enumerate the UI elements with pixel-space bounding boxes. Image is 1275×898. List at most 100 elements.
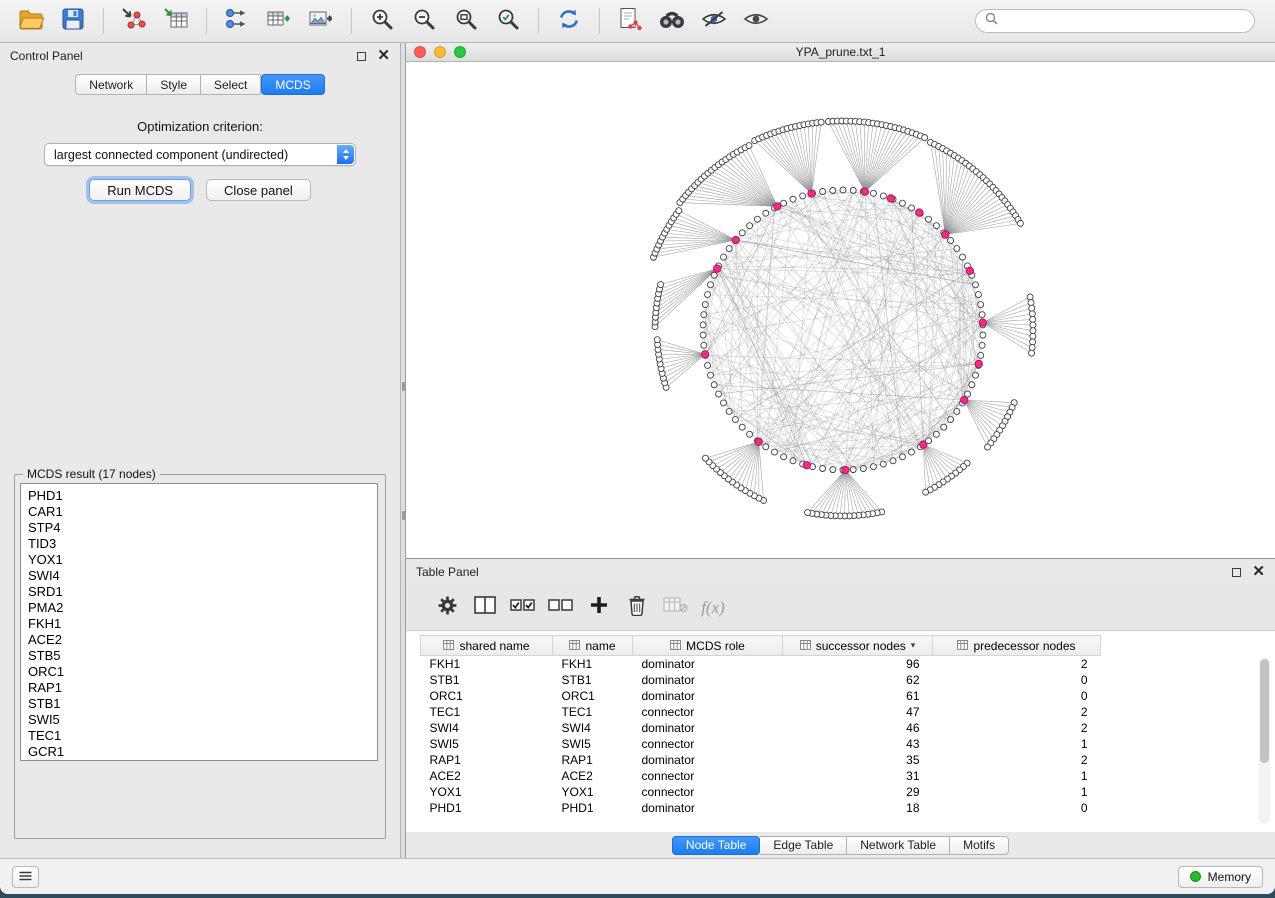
mcds-result-item[interactable]: RAP1 bbox=[28, 680, 377, 696]
cell-predecessors[interactable]: 1 bbox=[933, 736, 1101, 752]
cell-shared-name[interactable]: TEC1 bbox=[421, 704, 553, 720]
search-input[interactable] bbox=[975, 9, 1255, 33]
network-snapshot-button[interactable] bbox=[609, 3, 651, 39]
tab-style[interactable]: Style bbox=[147, 74, 201, 95]
mcds-result-item[interactable]: CAR1 bbox=[28, 504, 377, 520]
zoom-fit-button[interactable] bbox=[445, 3, 487, 39]
cell-name[interactable]: SWI5 bbox=[553, 736, 633, 752]
apply-layout-button[interactable] bbox=[548, 3, 590, 39]
cell-shared-name[interactable]: STB1 bbox=[421, 672, 553, 688]
table-scrollbar[interactable] bbox=[1259, 657, 1270, 824]
cell-successors[interactable]: 96 bbox=[783, 656, 933, 672]
cell-name[interactable]: FKH1 bbox=[553, 656, 633, 672]
cell-role[interactable]: connector bbox=[633, 784, 783, 800]
mcds-result-item[interactable]: TID3 bbox=[28, 536, 377, 552]
table-row[interactable]: PHD1PHD1dominator180 bbox=[421, 800, 1101, 816]
cell-successors[interactable]: 46 bbox=[783, 720, 933, 736]
cell-successors[interactable]: 31 bbox=[783, 768, 933, 784]
network-canvas[interactable] bbox=[406, 62, 1275, 558]
close-table-panel-icon[interactable]: ✕ bbox=[1252, 566, 1265, 578]
cell-name[interactable]: STB1 bbox=[553, 672, 633, 688]
import-network-button[interactable] bbox=[113, 3, 155, 39]
cell-predecessors[interactable]: 0 bbox=[933, 688, 1101, 704]
tab-node-table[interactable]: Node Table bbox=[672, 836, 761, 855]
cell-shared-name[interactable]: SWI4 bbox=[421, 720, 553, 736]
close-panel-icon[interactable]: ✕ bbox=[377, 50, 390, 62]
cell-shared-name[interactable]: RAP1 bbox=[421, 752, 553, 768]
cell-successors[interactable]: 43 bbox=[783, 736, 933, 752]
cell-role[interactable]: dominator bbox=[633, 672, 783, 688]
cell-name[interactable]: PHD1 bbox=[553, 800, 633, 816]
criterion-select[interactable]: largest connected component (undirected) bbox=[44, 143, 356, 166]
mcds-result-item[interactable]: GCR1 bbox=[28, 744, 377, 760]
select-all-button[interactable] bbox=[504, 590, 542, 626]
cell-predecessors[interactable]: 2 bbox=[933, 704, 1101, 720]
cell-successors[interactable]: 18 bbox=[783, 800, 933, 816]
cell-name[interactable]: RAP1 bbox=[553, 752, 633, 768]
cell-predecessors[interactable]: 0 bbox=[933, 672, 1101, 688]
status-menu-button[interactable] bbox=[12, 866, 39, 888]
table-row[interactable]: YOX1YOX1connector291 bbox=[421, 784, 1101, 800]
column-header-MCDS-role[interactable]: MCDS role bbox=[633, 636, 783, 656]
table-row[interactable]: ORC1ORC1dominator610 bbox=[421, 688, 1101, 704]
tab-network[interactable]: Network bbox=[75, 74, 147, 95]
mcds-result-item[interactable]: PMA2 bbox=[28, 600, 377, 616]
tab-network-table[interactable]: Network Table bbox=[847, 836, 950, 855]
cell-name[interactable]: YOX1 bbox=[553, 784, 633, 800]
column-header-name[interactable]: name bbox=[553, 636, 633, 656]
zoom-in-button[interactable] bbox=[361, 3, 403, 39]
cell-shared-name[interactable]: YOX1 bbox=[421, 784, 553, 800]
window-minimize-icon[interactable] bbox=[434, 46, 446, 58]
cell-predecessors[interactable]: 1 bbox=[933, 768, 1101, 784]
cell-successors[interactable]: 47 bbox=[783, 704, 933, 720]
tab-mcds[interactable]: MCDS bbox=[261, 74, 324, 95]
cell-successors[interactable]: 29 bbox=[783, 784, 933, 800]
cell-name[interactable]: TEC1 bbox=[553, 704, 633, 720]
table-row[interactable]: FKH1FKH1dominator962 bbox=[421, 656, 1101, 672]
table-settings-button[interactable] bbox=[428, 590, 466, 626]
show-columns-button[interactable] bbox=[466, 590, 504, 626]
cell-role[interactable]: connector bbox=[633, 736, 783, 752]
cell-role[interactable]: connector bbox=[633, 704, 783, 720]
cell-role[interactable]: dominator bbox=[633, 688, 783, 704]
export-network-button[interactable] bbox=[216, 3, 258, 39]
hide-details-button[interactable] bbox=[693, 3, 735, 39]
deselect-all-button[interactable] bbox=[542, 590, 580, 626]
mcds-result-item[interactable]: YOX1 bbox=[28, 552, 377, 568]
cell-successors[interactable]: 62 bbox=[783, 672, 933, 688]
cell-role[interactable]: dominator bbox=[633, 656, 783, 672]
zoom-selected-button[interactable] bbox=[487, 3, 529, 39]
cell-predecessors[interactable]: 1 bbox=[933, 784, 1101, 800]
cell-shared-name[interactable]: FKH1 bbox=[421, 656, 553, 672]
cell-successors[interactable]: 35 bbox=[783, 752, 933, 768]
cell-role[interactable]: dominator bbox=[633, 752, 783, 768]
column-header-predecessor-nodes[interactable]: predecessor nodes bbox=[933, 636, 1101, 656]
close-panel-button[interactable]: Close panel bbox=[206, 179, 311, 201]
window-zoom-icon[interactable] bbox=[454, 46, 466, 58]
cell-name[interactable]: ORC1 bbox=[553, 688, 633, 704]
cell-shared-name[interactable]: PHD1 bbox=[421, 800, 553, 816]
delete-rows-button[interactable] bbox=[618, 590, 656, 626]
mcds-result-item[interactable]: SWI5 bbox=[28, 712, 377, 728]
cell-role[interactable]: dominator bbox=[633, 800, 783, 816]
cell-predecessors[interactable]: 2 bbox=[933, 720, 1101, 736]
cell-predecessors[interactable]: 0 bbox=[933, 800, 1101, 816]
mcds-result-item[interactable]: ORC1 bbox=[28, 664, 377, 680]
network-graph[interactable] bbox=[406, 62, 1275, 558]
table-row[interactable]: RAP1RAP1dominator352 bbox=[421, 752, 1101, 768]
export-table-button[interactable] bbox=[258, 3, 300, 39]
table-row[interactable]: ACE2ACE2connector311 bbox=[421, 768, 1101, 784]
cell-shared-name[interactable]: SWI5 bbox=[421, 736, 553, 752]
mcds-result-item[interactable]: FKH1 bbox=[28, 616, 377, 632]
float-table-panel-icon[interactable] bbox=[1232, 568, 1241, 577]
mcds-result-item[interactable]: TEC1 bbox=[28, 728, 377, 744]
column-header-shared-name[interactable]: shared name bbox=[421, 636, 553, 656]
column-header-successor-nodes[interactable]: successor nodes▾ bbox=[783, 636, 933, 656]
run-mcds-button[interactable]: Run MCDS bbox=[89, 179, 191, 201]
tab-edge-table[interactable]: Edge Table bbox=[760, 836, 847, 855]
table-row[interactable]: TEC1TEC1connector472 bbox=[421, 704, 1101, 720]
cell-role[interactable]: dominator bbox=[633, 720, 783, 736]
mcds-result-item[interactable]: SRD1 bbox=[28, 584, 377, 600]
memory-button[interactable]: Memory bbox=[1178, 866, 1263, 888]
cell-predecessors[interactable]: 2 bbox=[933, 656, 1101, 672]
